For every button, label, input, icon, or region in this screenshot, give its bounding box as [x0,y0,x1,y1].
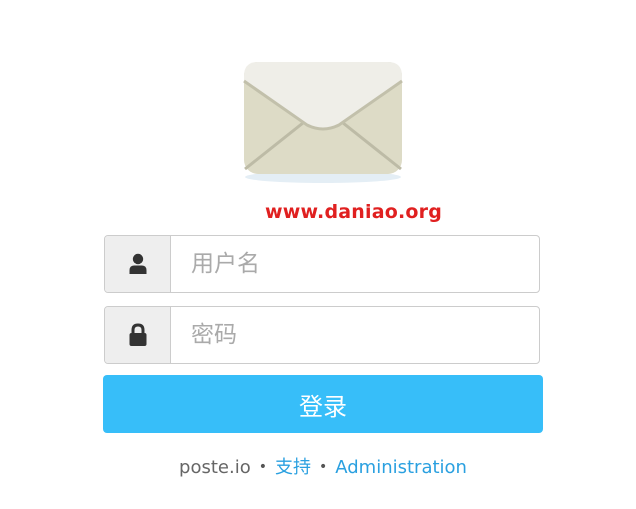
footer-separator: • [318,459,328,475]
login-button[interactable]: 登录 [103,375,543,433]
username-input[interactable] [171,236,539,292]
password-field-group [104,306,540,364]
password-addon [105,307,171,363]
user-icon [129,253,146,274]
username-addon [105,236,171,292]
login-page: www.daniao.org 登录 poste.io • 支持 • Administra… [0,0,636,509]
footer-links: poste.io • 支持 • Administration [0,453,636,479]
envelope-logo-icon [243,62,403,183]
password-input[interactable] [171,307,539,363]
watermark-text: www.daniao.org [265,201,443,223]
administration-link[interactable]: Administration [335,457,467,478]
lock-icon [129,323,146,346]
username-field-group [104,235,540,293]
support-link[interactable]: 支持 [275,457,311,478]
footer-separator: • [258,459,267,475]
footer-brand: poste.io [179,457,251,478]
